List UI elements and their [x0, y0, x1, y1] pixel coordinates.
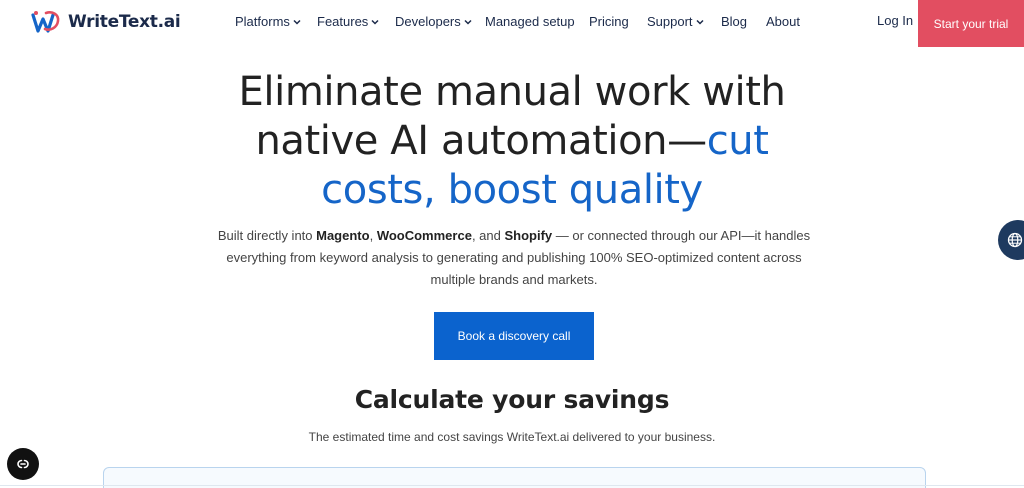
hero-sub-text: ,	[369, 228, 377, 243]
nav-label: About	[766, 13, 800, 29]
nav-label: Platforms	[235, 13, 290, 29]
chevron-down-icon	[293, 19, 301, 25]
nav-support[interactable]: Support	[647, 0, 721, 42]
nav-label: Blog	[721, 13, 748, 29]
hero-title-line1: Eliminate manual work with	[238, 69, 786, 115]
chevron-down-icon	[464, 19, 472, 25]
main-nav: Platforms Features Developers Managed se…	[235, 0, 811, 42]
hero-sub-text: — or connected through our API—it handle…	[552, 228, 811, 243]
chevron-down-icon	[371, 19, 379, 25]
nav-label: Managed setup	[485, 13, 575, 29]
magento-mention: Magento	[316, 228, 370, 243]
start-trial-button[interactable]: Start your trial	[918, 0, 1024, 47]
cta-label: Book a discovery call	[457, 329, 571, 343]
site-header: WriteText.ai Platforms Features Develope…	[0, 0, 1024, 48]
hero-sub-text: , and	[471, 228, 505, 243]
cookie-settings-button[interactable]	[7, 448, 39, 480]
nav-pricing[interactable]: Pricing	[589, 0, 647, 42]
nav-about[interactable]: About	[766, 0, 811, 42]
hero-sub-text: everything from keyword analysis to gene…	[226, 250, 802, 265]
book-discovery-call-button[interactable]: Book a discovery call	[434, 312, 594, 360]
divider	[0, 485, 1024, 486]
writetext-logo-icon	[31, 11, 60, 33]
nav-developers[interactable]: Developers	[395, 0, 485, 42]
login-link[interactable]: Log In	[877, 13, 913, 28]
nav-managed-setup[interactable]: Managed setup	[485, 0, 589, 42]
globe-icon	[1007, 232, 1023, 248]
calculator-subtitle: The estimated time and cost savings Writ…	[308, 430, 716, 444]
nav-label: Developers	[395, 13, 461, 29]
hero-sub-text: Built directly into	[217, 228, 317, 243]
hero-title-line2: native AI automation—	[255, 118, 707, 164]
start-trial-label: Start your trial	[933, 16, 1009, 31]
hero-title-accent2: costs, boost quality	[321, 167, 703, 213]
nav-platforms[interactable]: Platforms	[235, 0, 317, 42]
chevron-down-icon	[696, 19, 704, 25]
hero-title: Eliminate manual work with native AI aut…	[0, 68, 1024, 215]
nav-label: Features	[317, 13, 369, 29]
hero-subtitle: Built directly into Magento, WooCommerce…	[200, 225, 828, 291]
shopify-mention: Shopify	[504, 228, 553, 243]
language-switcher-button[interactable]	[998, 220, 1024, 260]
nav-features[interactable]: Features	[317, 0, 395, 42]
hero-sub-text: multiple brands and markets.	[430, 272, 598, 287]
woocommerce-mention: WooCommerce	[376, 228, 472, 243]
nav-blog[interactable]: Blog	[721, 0, 766, 42]
nav-label: Support	[647, 13, 693, 29]
logo[interactable]: WriteText.ai	[30, 9, 181, 35]
calculator-title: Calculate your savings	[354, 385, 670, 414]
logo-text: WriteText.ai	[68, 12, 181, 32]
hero-title-accent1: cut	[706, 118, 769, 164]
nav-label: Pricing	[589, 13, 629, 29]
cookie-settings-icon	[17, 459, 29, 469]
